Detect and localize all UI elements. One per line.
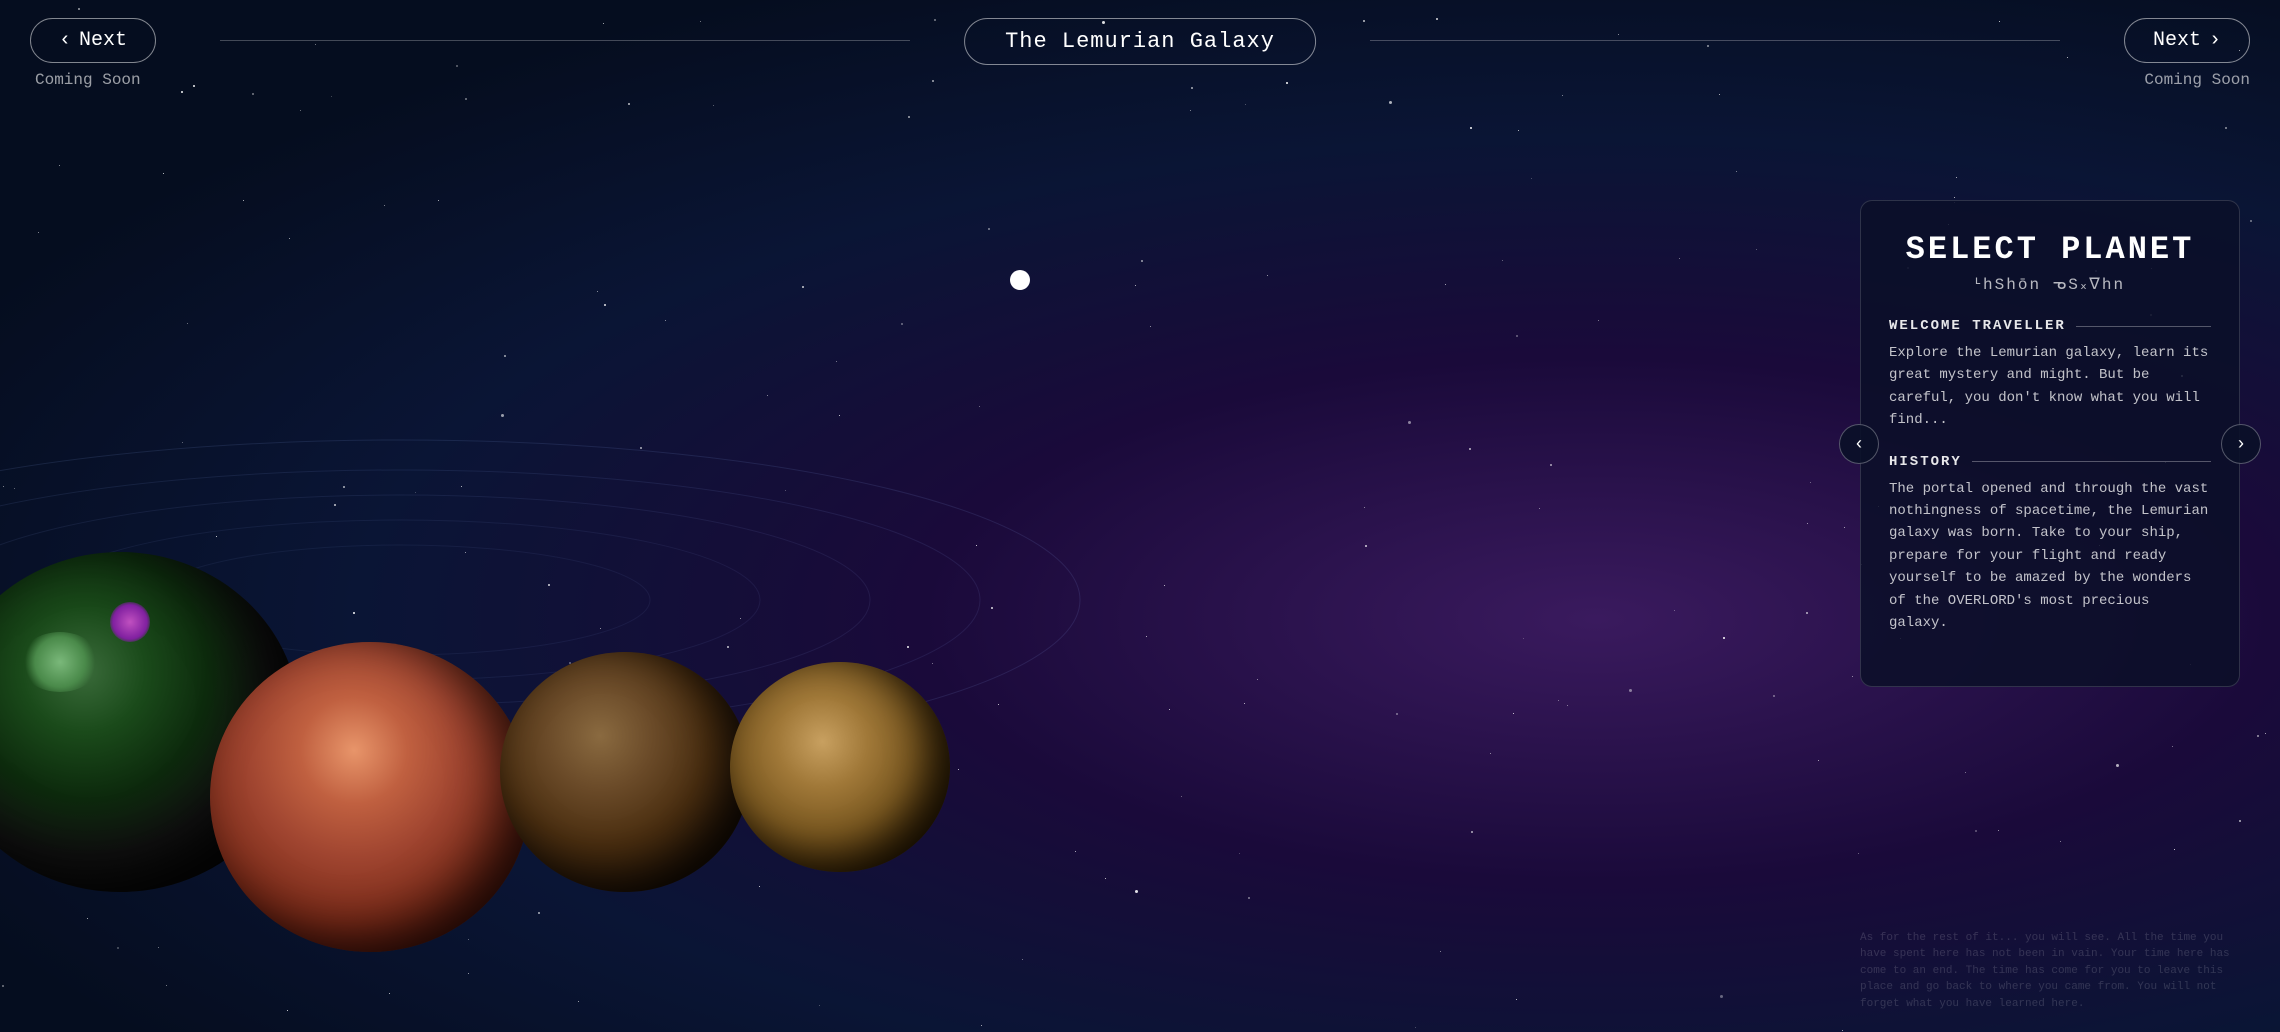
history-section-title: HISTORY	[1889, 454, 2211, 470]
prev-arrow-icon: ‹	[59, 29, 71, 52]
panel-title: SELECT PLANET	[1889, 231, 2211, 268]
coming-soon-left: Coming Soon	[30, 71, 141, 89]
next-button-label: Next	[2153, 29, 2201, 52]
panel-next-button[interactable]: ›	[2221, 424, 2261, 464]
planet-tan[interactable]	[730, 662, 950, 872]
welcome-section-text: Explore the Lemurian galaxy, learn its g…	[1889, 342, 2211, 432]
next-arrow-icon: ›	[2209, 29, 2221, 52]
planet-reddish[interactable]	[210, 642, 530, 952]
planet-indicator-dot	[1010, 270, 1030, 290]
next-button[interactable]: Next ›	[2124, 18, 2250, 63]
coming-soon-right: Coming Soon	[2139, 71, 2250, 89]
nav-left: ‹ Next Coming Soon	[30, 18, 156, 89]
header-line-right	[1370, 40, 2060, 41]
header: ‹ Next Coming Soon The Lemurian Galaxy N…	[0, 0, 2280, 90]
header-line-left	[220, 40, 910, 41]
galaxy-title-button[interactable]: The Lemurian Galaxy	[964, 18, 1316, 65]
panel-nav-right: ›	[2221, 424, 2261, 464]
planet-brown-creature[interactable]	[500, 652, 750, 892]
planets-area	[0, 272, 1680, 972]
header-center: The Lemurian Galaxy	[964, 18, 1316, 65]
prev-button[interactable]: ‹ Next	[30, 18, 156, 63]
panel-prev-button[interactable]: ‹	[1839, 424, 1879, 464]
panel-nav-left: ‹	[1839, 424, 1879, 464]
welcome-section-title: WELCOME TRAVELLER	[1889, 318, 2211, 334]
panel-subtitle: ᒻhShōn ᓀS᙮ᐁhn	[1889, 274, 2211, 294]
info-panel: ‹ SELECT PLANET ᒻhShōn ᓀS᙮ᐁhn WELCOME TR…	[1860, 200, 2240, 687]
nav-right: Next › Coming Soon	[2124, 18, 2250, 89]
prev-button-label: Next	[79, 29, 127, 52]
history-section-text: The portal opened and through the vast n…	[1889, 478, 2211, 635]
bottom-faded-text: As for the rest of it... you will see. A…	[1860, 930, 2240, 1013]
